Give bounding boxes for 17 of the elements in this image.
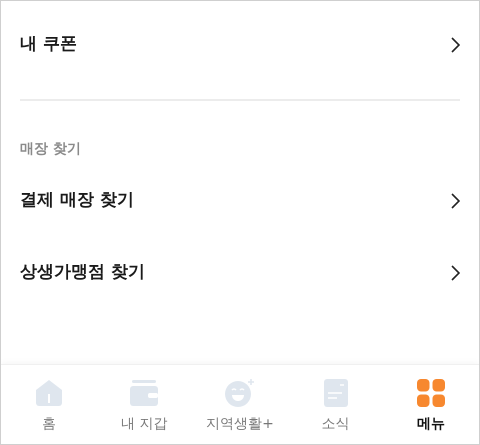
- document-icon: [324, 379, 348, 407]
- nav-tab[interactable]: 홈: [1, 365, 97, 444]
- menu-item[interactable]: 상생가맹점 찾기: [20, 245, 460, 301]
- menu-item[interactable]: 내 쿠폰: [20, 17, 460, 73]
- house-icon: [34, 379, 64, 407]
- nav-tab[interactable]: 소식: [288, 365, 384, 444]
- chevron-right-icon: [450, 37, 460, 53]
- chevron-right-icon: [450, 193, 460, 209]
- chevron-right-icon: [450, 265, 460, 281]
- nav-tab[interactable]: 지역생활+: [192, 365, 288, 444]
- smiley-icon: [224, 378, 256, 408]
- wallet-icon: [130, 380, 158, 406]
- menu-item[interactable]: 결제 매장 찾기: [20, 173, 460, 229]
- grid-icon: [417, 379, 446, 407]
- section-title: 매장 찾기: [20, 140, 82, 159]
- nav-tab[interactable]: 내 지갑: [96, 365, 192, 444]
- nav-tab[interactable]: 메뉴: [383, 365, 479, 444]
